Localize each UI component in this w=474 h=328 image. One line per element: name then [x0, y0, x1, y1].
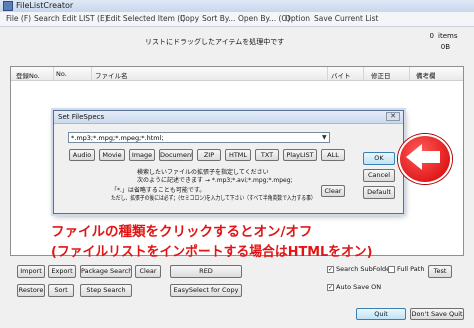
column-header[interactable]: ファイル名 [95, 70, 128, 80]
test-button[interactable]: Test [428, 265, 452, 278]
arrow-left-icon [406, 144, 440, 170]
restore-button[interactable]: Restore [17, 284, 45, 297]
menu-file[interactable]: File (F) [6, 14, 31, 23]
import-button[interactable]: Import [17, 265, 45, 278]
menu-save-current-list[interactable]: Save Current List [314, 14, 378, 23]
dont-save-quit-button[interactable]: Don't Save Quit [410, 308, 464, 320]
annotation-line-1: ファイルの種類をクリックするとオン/オフ [51, 224, 313, 240]
sort-button[interactable]: Sort [48, 284, 74, 297]
status-message: リストにドラッグしたアイテムを処理中です [145, 38, 285, 46]
items-label: items [438, 32, 458, 40]
type-movie-button[interactable]: Movie [99, 149, 125, 161]
menu-search[interactable]: Search [34, 14, 60, 23]
type-document-button[interactable]: Document [159, 149, 193, 161]
menu-copy[interactable]: Copy [180, 14, 199, 23]
type-audio-button[interactable]: Audio [69, 149, 95, 161]
default-button[interactable]: Default [363, 186, 395, 199]
full-path-label: Full Path [397, 265, 425, 273]
hint-text: 検索したいファイルの拡張子を指定してください 次のように記述できます → *.m… [137, 169, 293, 184]
menu-sort-by[interactable]: Sort By... [202, 14, 235, 23]
search-subfolder-checkbox[interactable]: ✓ [327, 266, 334, 273]
red-button[interactable]: RED [170, 265, 242, 278]
type-html-button[interactable]: HTML [225, 149, 251, 161]
annotation-line-2: (ファイルリストをインポートする場合はHTMLをオン) [51, 244, 373, 260]
items-count: 0 [429, 32, 434, 40]
app-window: FileListCreator File (F) Search Edit LIS… [0, 0, 474, 328]
type-all-button[interactable]: ALL [321, 149, 345, 161]
easy-select-copy-button[interactable]: EasySelect for Copy [170, 284, 242, 297]
package-search-button[interactable]: Package Search [80, 265, 132, 278]
app-icon [3, 1, 13, 11]
total-size: 0B [440, 43, 450, 51]
auto-save-checkbox[interactable]: ✓ [327, 284, 334, 291]
close-icon[interactable]: ✕ [386, 112, 400, 121]
type-zip-button[interactable]: ZIP [197, 149, 221, 161]
red-label: RED [199, 267, 213, 275]
clear-list-button[interactable]: Clear [135, 265, 161, 278]
menu-edit-selected[interactable]: Edit Selected Item (I) [106, 14, 185, 23]
type-image-button[interactable]: Image [129, 149, 155, 161]
menu-option[interactable]: Option [285, 14, 310, 23]
auto-save-label: Auto Save ON [336, 283, 382, 291]
menu-open-by[interactable]: Open By... (O) [238, 14, 290, 23]
clear-button[interactable]: Clear [321, 185, 345, 197]
cancel-button[interactable]: Cancel [363, 169, 395, 182]
column-header[interactable]: 備考欄 [416, 70, 436, 80]
search-subfolder-label: Search SubFolder [336, 265, 393, 273]
filespec-input[interactable] [68, 132, 330, 143]
quit-button[interactable]: Quit [356, 308, 406, 320]
annotation-text: ファイルの種類をクリックするとオン/オフ (ファイルリストをインポートする場合は… [51, 222, 461, 262]
column-header[interactable]: 修正日 [371, 70, 391, 80]
dialog-title-bar: Set FileSpecs ✕ [54, 111, 403, 124]
column-header[interactable]: 登録No. [16, 70, 40, 80]
menu-edit-list[interactable]: Edit LIST (E) [62, 14, 108, 23]
step-search-button[interactable]: Step Search [80, 284, 132, 297]
ok-button[interactable]: OK [363, 152, 395, 165]
window-title: FileListCreator [16, 1, 74, 10]
menu-bar: File (F) Search Edit LIST (E) Edit Selec… [0, 12, 474, 27]
export-button[interactable]: Export [48, 265, 76, 278]
set-filespecs-dialog: Set FileSpecs ✕ ▼ Audio Movie Image Docu… [53, 110, 404, 214]
type-playlist-button[interactable]: PlayLIST [283, 149, 317, 161]
arrow-left-icon [398, 134, 452, 184]
column-header[interactable]: No. [56, 70, 67, 78]
list-header: 登録No. No. ファイル名 バイト 修正日 備考欄 [11, 67, 463, 81]
dialog-title: Set FileSpecs [58, 113, 105, 121]
chevron-down-icon[interactable]: ▼ [322, 134, 327, 141]
type-txt-button[interactable]: TXT [255, 149, 279, 161]
column-header[interactable]: バイト [331, 70, 351, 80]
full-path-checkbox[interactable] [388, 266, 395, 273]
